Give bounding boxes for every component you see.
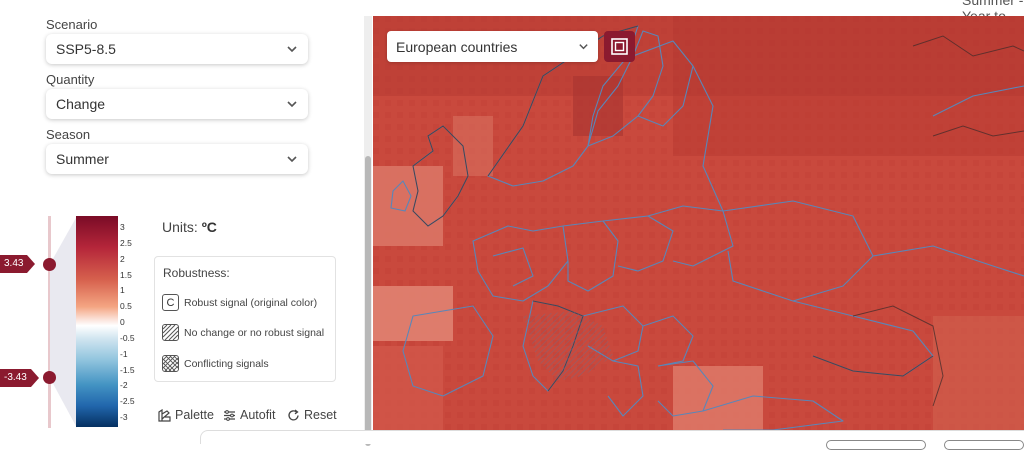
chevron-down-icon [287, 46, 297, 53]
reset-label: Reset [304, 408, 337, 422]
autofit-label: Autofit [240, 408, 276, 422]
region-select-value: European countries [396, 39, 518, 55]
units-value: ºC [201, 219, 217, 235]
scenario-value: SSP5-8.5 [56, 41, 116, 57]
lower-range-value: -3.43 [0, 369, 39, 387]
units-text: Units: ºC [162, 219, 217, 235]
region-select[interactable]: European countries [387, 31, 598, 62]
units-label: Units: [162, 219, 198, 235]
colorbar-tick: 0.5 [120, 301, 132, 312]
colorbar-ticks: 3 2.5 2 1.5 1 0.5 0 -0.5 -1 -1.5 -2 -2.5 -3 [120, 222, 140, 422]
legend-label: Robust signal (original color) [184, 296, 318, 309]
frame-icon [611, 38, 628, 55]
robustness-legend: Robustness: C Robust signal (original co… [154, 256, 336, 382]
colorbar-tick: 2 [120, 253, 125, 264]
palette-button[interactable]: Palette [158, 408, 214, 422]
sliders-icon [224, 409, 235, 421]
refresh-icon [288, 408, 299, 420]
quantity-label: Quantity [46, 72, 95, 87]
season-select[interactable]: Summer [46, 144, 308, 174]
robustness-title: Robustness: [163, 266, 230, 280]
reset-button[interactable]: Reset [287, 408, 337, 422]
lower-range-handle[interactable] [43, 371, 56, 384]
climate-map[interactable] [373, 16, 1024, 430]
bottom-button[interactable] [944, 440, 1024, 450]
autofit-button[interactable]: Autofit [223, 408, 275, 422]
legend-item-no-change: No change or no robust signal [162, 324, 324, 341]
colorbar-tick: -1.5 [120, 364, 135, 375]
colorbar-tick: 3 [120, 222, 125, 232]
cross-hatch-icon [162, 355, 179, 372]
legend-label: Conflicting signals [184, 357, 269, 370]
legend-item-conflicting: Conflicting signals [162, 355, 269, 372]
boundary-toggle-button[interactable] [604, 31, 635, 62]
bottom-button[interactable] [826, 440, 926, 450]
control-panel: Scenario SSP5-8.5 Quantity Change Season… [0, 0, 364, 444]
map-header: Summer - Year to 2050-2100 [364, 0, 1024, 56]
colorbar-tick: -2.5 [120, 396, 135, 407]
colorbar-tick: -0.5 [120, 332, 135, 343]
upper-range-handle[interactable] [43, 258, 56, 271]
colorbar-tick: 2.5 [120, 237, 132, 248]
robust-signal-icon: C [162, 294, 179, 311]
chevron-down-icon [579, 44, 588, 50]
season-value: Summer [56, 151, 109, 167]
chevron-down-icon [287, 156, 297, 163]
colorbar-tick: -1 [120, 348, 128, 359]
palette-icon [158, 408, 171, 422]
palette-label: Palette [175, 408, 214, 422]
colorbar-tick: -3 [120, 412, 128, 422]
colorbar-tick: 0 [120, 317, 125, 327]
legend-item-robust: C Robust signal (original color) [162, 294, 317, 311]
season-label: Season [46, 127, 91, 142]
colorbar-funnel [50, 216, 77, 428]
panel-scrollbar[interactable] [364, 16, 372, 446]
quantity-select[interactable]: Change [46, 89, 308, 119]
colorbar-tick: 1.5 [120, 269, 132, 280]
scrollbar-thumb[interactable] [365, 156, 371, 446]
legend-label: No change or no robust signal [184, 326, 325, 339]
europe-map-canvas [373, 16, 1024, 430]
scenario-label: Scenario [46, 17, 98, 32]
hatch-lines-icon [162, 324, 179, 341]
chevron-down-icon [287, 101, 297, 108]
colorbar-tick: -2 [120, 380, 128, 391]
quantity-value: Change [56, 96, 106, 112]
colorbar-tick: 1 [120, 285, 125, 296]
color-ramp [76, 216, 118, 427]
scenario-select[interactable]: SSP5-8.5 [46, 34, 308, 64]
upper-range-value: 3.43 [0, 255, 37, 273]
